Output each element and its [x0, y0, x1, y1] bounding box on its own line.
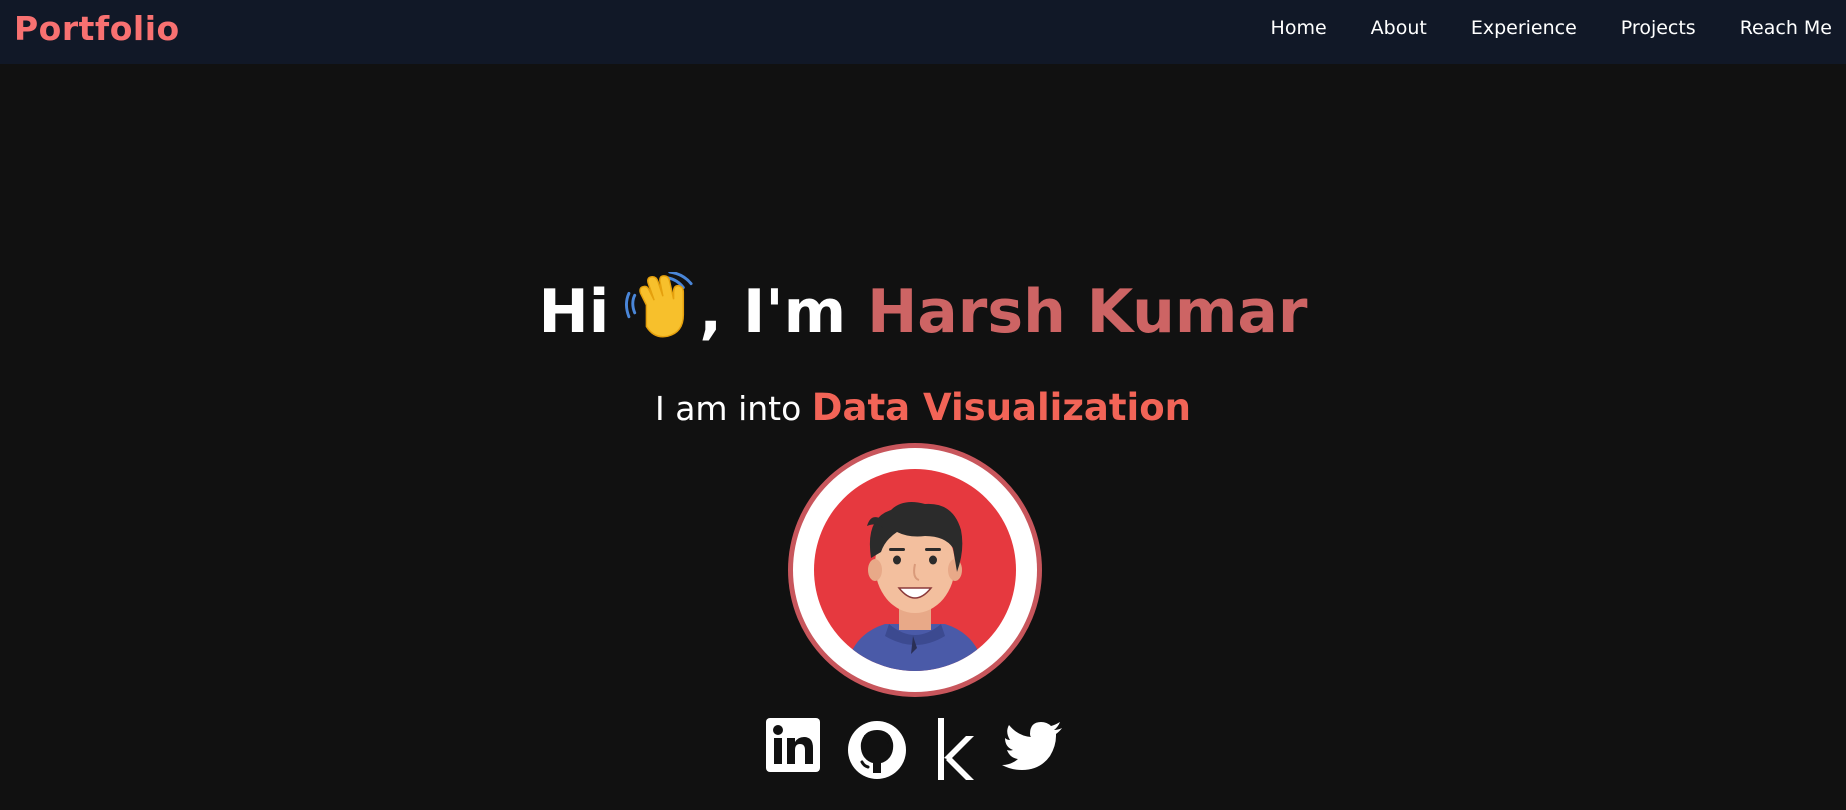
- kaggle-icon[interactable]: [936, 718, 976, 780]
- hero-greeting: Hi: [538, 277, 610, 348]
- waving-hand-icon: [625, 272, 693, 338]
- github-icon[interactable]: [848, 721, 906, 779]
- subtitle-role: Data Visualization: [811, 386, 1191, 429]
- hero-name: Harsh Kumar: [867, 277, 1308, 348]
- nav-link-projects[interactable]: Projects: [1621, 17, 1696, 39]
- nav-link-about[interactable]: About: [1371, 17, 1427, 39]
- nav-link-home[interactable]: Home: [1271, 17, 1327, 39]
- nav-links: Home About Experience Projects Reach Me: [1227, 0, 1832, 56]
- nav-link-experience[interactable]: Experience: [1471, 17, 1577, 39]
- nav-link-reach-me[interactable]: Reach Me: [1740, 17, 1832, 39]
- hero-intro: , I'm: [699, 277, 847, 348]
- hero-title: Hi , I'm Harsh Kumar: [0, 272, 1846, 352]
- navbar: Portfolio Home About Experience Projects…: [0, 0, 1846, 64]
- twitter-icon[interactable]: [1002, 722, 1064, 776]
- subtitle-prefix: I am into: [654, 389, 802, 428]
- social-links: [760, 718, 1080, 782]
- hero-subtitle: I am into Data Visualization: [0, 385, 1846, 432]
- linkedin-icon[interactable]: [766, 718, 820, 772]
- brand-logo[interactable]: Portfolio: [14, 8, 180, 50]
- avatar: [788, 443, 1042, 697]
